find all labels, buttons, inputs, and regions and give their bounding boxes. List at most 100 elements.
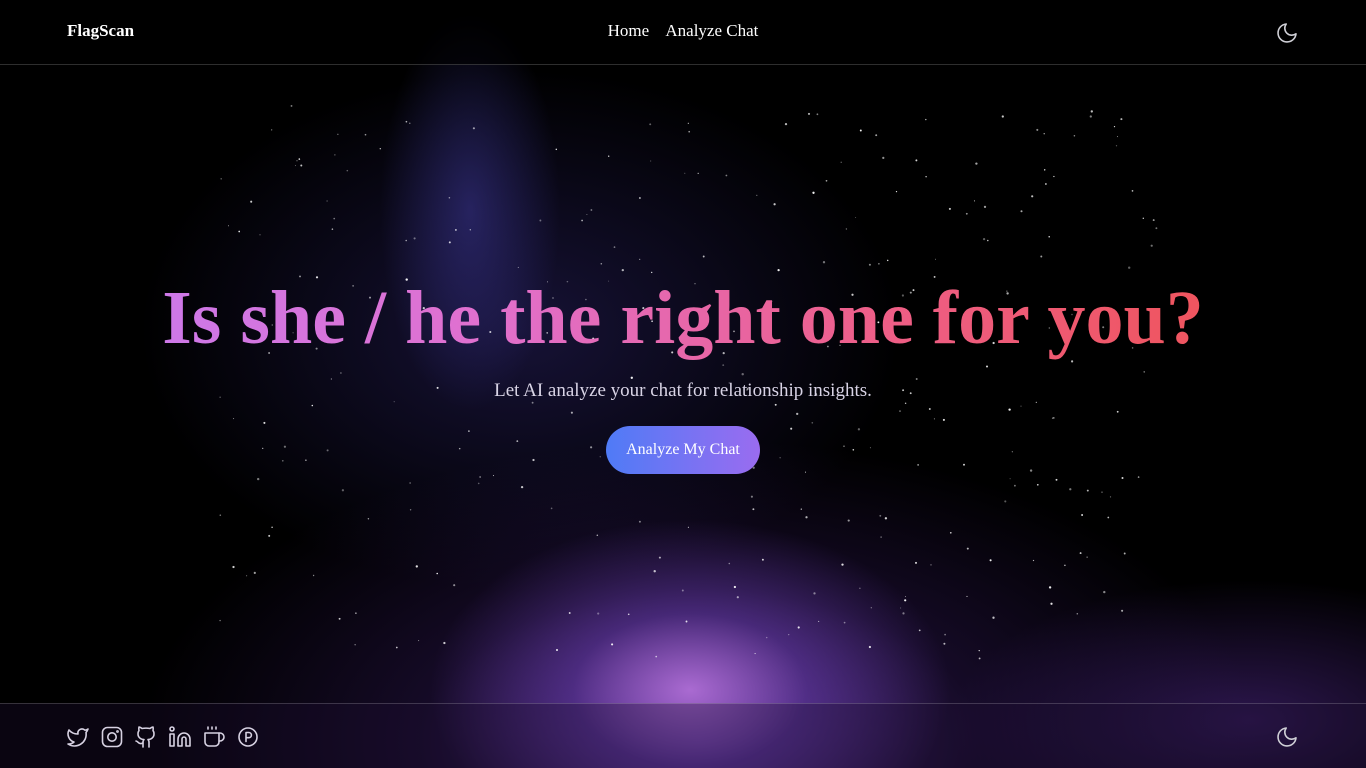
linkedin-link[interactable] xyxy=(168,725,192,749)
star xyxy=(805,516,808,519)
star xyxy=(975,162,978,165)
analyze-my-chat-button[interactable]: Analyze My Chat xyxy=(606,426,760,474)
star xyxy=(326,200,328,202)
star xyxy=(346,169,349,172)
star xyxy=(1032,559,1035,562)
star xyxy=(271,129,273,131)
footer xyxy=(0,703,1366,768)
star xyxy=(220,178,222,180)
star xyxy=(688,130,691,133)
star xyxy=(934,258,937,260)
star xyxy=(878,262,880,265)
star xyxy=(868,263,871,266)
star xyxy=(925,175,927,178)
star xyxy=(915,561,917,564)
star xyxy=(1073,134,1076,137)
star xyxy=(409,122,411,124)
github-link[interactable] xyxy=(134,725,158,749)
star xyxy=(1031,195,1034,198)
star xyxy=(1137,476,1140,478)
star xyxy=(685,620,688,623)
star xyxy=(649,123,652,126)
star xyxy=(841,563,844,566)
star xyxy=(982,237,986,241)
star xyxy=(687,122,689,124)
star xyxy=(238,230,241,233)
star xyxy=(415,565,418,568)
star xyxy=(590,209,593,211)
star xyxy=(949,531,952,534)
star xyxy=(1142,217,1144,219)
patreon-link[interactable] xyxy=(236,725,260,749)
theme-toggle-button[interactable] xyxy=(1275,21,1299,45)
star xyxy=(477,482,480,485)
star xyxy=(702,255,705,258)
star xyxy=(1131,190,1134,192)
star xyxy=(870,607,872,609)
linkedin-icon xyxy=(169,726,191,747)
star xyxy=(875,134,878,137)
buy-me-a-coffee-link[interactable] xyxy=(202,725,226,749)
star xyxy=(965,212,968,215)
star xyxy=(341,489,345,492)
star xyxy=(847,519,850,522)
star xyxy=(596,534,599,537)
star xyxy=(1043,133,1045,135)
star xyxy=(1121,609,1124,612)
star xyxy=(1121,476,1124,480)
star xyxy=(1069,488,1072,491)
hero-subtitle: Let AI analyze your chat for relationshi… xyxy=(494,380,872,401)
star xyxy=(750,495,753,498)
star xyxy=(600,263,603,265)
star xyxy=(1115,145,1118,147)
star xyxy=(219,619,221,622)
star xyxy=(918,629,921,632)
star xyxy=(925,118,927,121)
star xyxy=(331,228,334,230)
main-nav: Home Analyze Chat xyxy=(0,21,1366,41)
nav-analyze-chat-link[interactable]: Analyze Chat xyxy=(665,21,758,40)
instagram-link[interactable] xyxy=(100,725,124,749)
star xyxy=(555,648,559,652)
footer-theme-toggle-button[interactable] xyxy=(1275,725,1299,749)
twitter-link[interactable] xyxy=(66,725,90,749)
star xyxy=(966,547,969,550)
star xyxy=(989,559,992,562)
star xyxy=(597,612,600,615)
star xyxy=(418,640,420,642)
star xyxy=(1089,115,1092,118)
star xyxy=(816,113,819,116)
star xyxy=(904,599,907,602)
top-navbar: FlagScan Home Analyze Chat xyxy=(0,0,1366,65)
star xyxy=(1020,210,1023,213)
star xyxy=(448,196,451,199)
star xyxy=(1009,478,1011,480)
star xyxy=(409,509,412,511)
star xyxy=(334,154,336,156)
star xyxy=(337,133,339,135)
star xyxy=(1150,244,1153,247)
star xyxy=(436,572,438,575)
star xyxy=(586,214,588,215)
nav-home-link[interactable]: Home xyxy=(608,21,650,40)
star xyxy=(812,191,815,194)
star xyxy=(843,621,846,624)
star xyxy=(338,617,341,620)
star xyxy=(813,592,816,595)
star xyxy=(655,655,658,658)
hero-section: Is she / he the right one for you? Let A… xyxy=(0,270,1366,474)
star xyxy=(966,595,968,597)
star xyxy=(1120,118,1123,121)
star xyxy=(845,228,848,230)
star xyxy=(1076,612,1079,615)
star xyxy=(298,158,301,160)
star xyxy=(904,596,907,598)
star xyxy=(788,633,790,636)
star xyxy=(246,575,248,577)
star xyxy=(895,191,898,193)
star xyxy=(880,536,882,538)
star xyxy=(608,155,610,157)
star xyxy=(983,205,987,209)
star xyxy=(312,574,315,577)
star xyxy=(469,229,471,231)
